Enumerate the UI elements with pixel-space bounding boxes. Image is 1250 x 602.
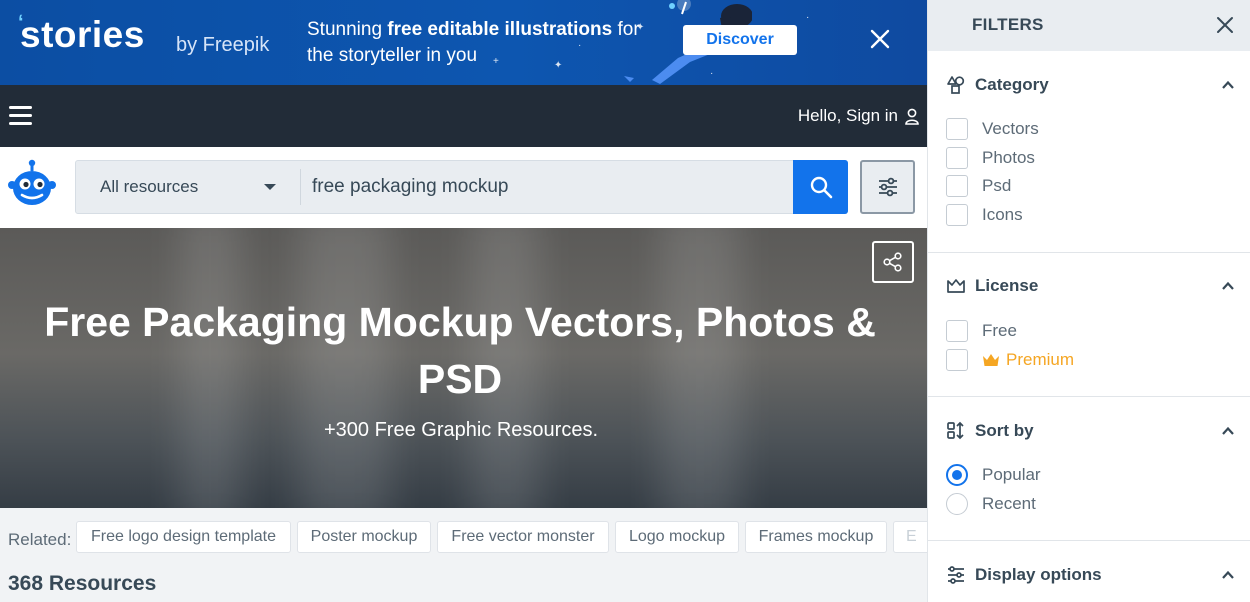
chevron-up-icon bbox=[1222, 426, 1234, 435]
page-subtitle: +300 Free Graphic Resources. bbox=[323, 419, 599, 441]
radio-button[interactable] bbox=[946, 493, 968, 515]
stories-logo[interactable]: ʻ stories bbox=[18, 12, 145, 56]
by-freepik-label: by Freepik bbox=[176, 34, 270, 56]
freepik-bot-logo[interactable] bbox=[7, 159, 57, 209]
results-count: 368 Resources bbox=[8, 572, 157, 595]
filters-panel: FILTERS Category Vectors Photos Psd Icon… bbox=[927, 0, 1250, 602]
sliders-icon bbox=[948, 566, 964, 584]
checkbox[interactable] bbox=[946, 204, 968, 226]
license-option-premium[interactable]: Premium bbox=[946, 348, 1074, 372]
license-option-free[interactable]: Free bbox=[946, 319, 1017, 343]
search-button[interactable] bbox=[793, 160, 848, 214]
sign-in-link[interactable]: Hello, Sign in bbox=[798, 106, 920, 126]
category-option-psd[interactable]: Psd bbox=[946, 174, 1011, 198]
related-tags: Related: Free logo design template Poste… bbox=[0, 508, 927, 568]
related-tag[interactable]: Frames mockup bbox=[745, 521, 887, 553]
shapes-icon bbox=[947, 76, 965, 94]
category-section-header[interactable]: Category bbox=[928, 69, 1250, 99]
sliders-icon bbox=[878, 177, 897, 197]
filters-toggle-button[interactable] bbox=[860, 160, 915, 214]
main-content: ✦ + · ✦ · · ʻ stories by Freepik Stunnin… bbox=[0, 0, 927, 602]
related-tag[interactable]: Logo mockup bbox=[615, 521, 739, 553]
checkbox[interactable] bbox=[946, 147, 968, 169]
divider bbox=[300, 169, 301, 205]
logo-tick-icon: ʻ bbox=[18, 12, 25, 34]
share-button[interactable] bbox=[872, 241, 914, 283]
related-tag[interactable]: Free logo design template bbox=[76, 521, 291, 553]
share-icon bbox=[883, 252, 902, 272]
filters-title: FILTERS bbox=[972, 15, 1044, 34]
license-section-header[interactable]: License bbox=[928, 270, 1250, 300]
hero-banner: Free Packaging Mockup Vectors, Photos & … bbox=[0, 228, 927, 508]
caret-down-icon bbox=[264, 184, 276, 190]
radio-button-selected[interactable] bbox=[946, 464, 968, 486]
category-option-photos[interactable]: Photos bbox=[946, 146, 1035, 170]
promo-text: Stunning free editable illustrations for… bbox=[307, 19, 640, 66]
section-divider bbox=[928, 540, 1250, 541]
checkbox[interactable] bbox=[946, 349, 968, 371]
related-label: Related: bbox=[8, 530, 72, 549]
promo-banner[interactable]: ✦ + · ✦ · · ʻ stories by Freepik Stunnin… bbox=[0, 0, 927, 85]
sort-option-popular[interactable]: Popular bbox=[946, 463, 1041, 487]
crown-icon bbox=[983, 353, 999, 366]
top-navigation-bar: Hello, Sign in bbox=[0, 85, 927, 147]
search-row: All resources bbox=[0, 147, 927, 228]
section-divider bbox=[928, 396, 1250, 397]
checkbox[interactable] bbox=[946, 175, 968, 197]
related-tag[interactable]: Free vector monster bbox=[437, 521, 609, 553]
chevron-up-icon bbox=[1222, 570, 1234, 579]
search-icon bbox=[810, 176, 832, 199]
crown-outline-icon bbox=[947, 279, 965, 293]
sort-by-section-header[interactable]: Sort by bbox=[928, 415, 1250, 445]
category-option-icons[interactable]: Icons bbox=[946, 203, 1023, 227]
related-tag[interactable]: Poster mockup bbox=[297, 521, 431, 553]
chevron-up-icon bbox=[1222, 80, 1234, 89]
filters-header: FILTERS bbox=[928, 0, 1250, 51]
sort-option-recent[interactable]: Recent bbox=[946, 492, 1036, 516]
checkbox[interactable] bbox=[946, 320, 968, 342]
discover-button[interactable]: Discover bbox=[683, 25, 797, 55]
page-title: Free Packaging Mockup Vectors, Photos & … bbox=[44, 299, 876, 402]
user-icon bbox=[905, 108, 919, 125]
category-option-vectors[interactable]: Vectors bbox=[946, 117, 1039, 141]
checkbox[interactable] bbox=[946, 118, 968, 140]
chevron-up-icon bbox=[1222, 281, 1234, 290]
display-options-section-header[interactable]: Display options bbox=[928, 559, 1250, 589]
section-divider bbox=[928, 252, 1250, 253]
close-icon[interactable] bbox=[1215, 15, 1235, 35]
menu-icon[interactable] bbox=[9, 106, 32, 126]
search-box: All resources bbox=[75, 160, 848, 214]
search-input[interactable] bbox=[312, 161, 782, 213]
related-tag[interactable]: E bbox=[893, 521, 927, 553]
resource-type-select[interactable]: All resources bbox=[76, 161, 300, 213]
sort-icon bbox=[947, 421, 964, 440]
star-decoration: · bbox=[806, 12, 810, 23]
close-icon[interactable] bbox=[869, 28, 891, 50]
